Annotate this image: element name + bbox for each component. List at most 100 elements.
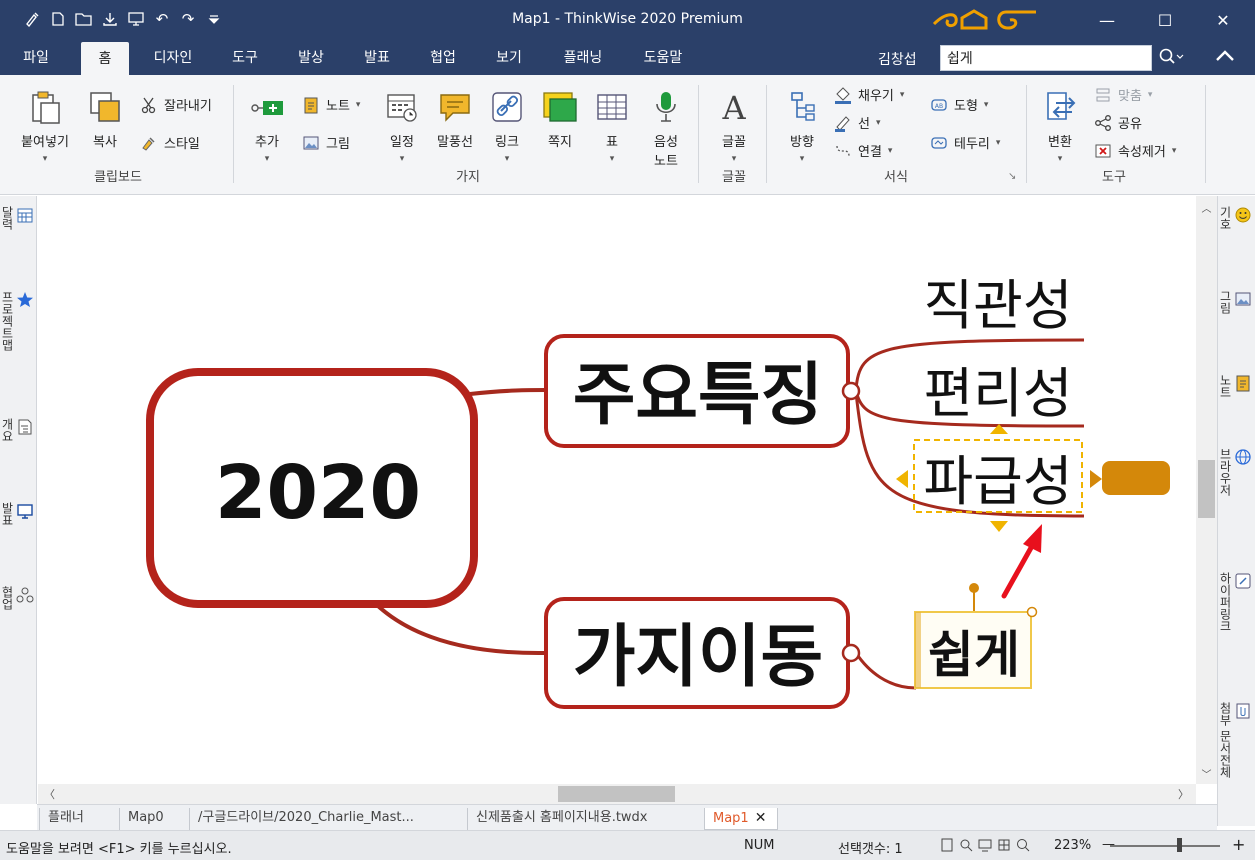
- image-button[interactable]: 그림: [302, 133, 350, 152]
- tab-help[interactable]: 도움말: [632, 40, 694, 75]
- schedule-button[interactable]: 일정 ▾: [380, 89, 424, 164]
- scroll-up-icon[interactable]: ︿: [1196, 200, 1217, 215]
- subtopic-1[interactable]: 직관성: [923, 274, 1072, 337]
- fill-button[interactable]: 채우기 ▾: [834, 85, 904, 104]
- direction-button[interactable]: 방향 ▾: [780, 89, 824, 164]
- note-button[interactable]: 노트 ▾: [302, 95, 360, 114]
- sidebar-item-calendar[interactable]: 달력: [0, 206, 34, 230]
- chevron-down-icon[interactable]: ▾: [780, 154, 824, 164]
- vertical-scroll-thumb[interactable]: [1198, 460, 1215, 518]
- chevron-down-icon[interactable]: ▾: [486, 154, 528, 164]
- zoom-slider-thumb[interactable]: [1177, 838, 1182, 852]
- customize-icon[interactable]: [204, 9, 224, 29]
- cut-button[interactable]: 잘라내기: [140, 95, 212, 114]
- sidebar-item-pictures[interactable]: 그림: [1218, 290, 1252, 314]
- search-view-icon[interactable]: [959, 838, 973, 852]
- chevron-down-icon[interactable]: ▾: [1038, 154, 1082, 164]
- connect-button[interactable]: 연결 ▾: [834, 141, 892, 160]
- sidebar-item-presentation[interactable]: 발표: [0, 502, 34, 526]
- zoom-100-icon[interactable]: [1016, 838, 1030, 852]
- present-icon[interactable]: [126, 9, 146, 29]
- chevron-down-icon[interactable]: ▾: [984, 100, 989, 110]
- chevron-down-icon[interactable]: ▾: [876, 118, 881, 128]
- chevron-down-icon[interactable]: ▾: [996, 138, 1001, 148]
- doc-tab-map0[interactable]: Map0: [119, 808, 195, 830]
- drag-handle[interactable]: [969, 583, 979, 593]
- horizontal-scroll-thumb[interactable]: [558, 786, 675, 802]
- horizontal-scrollbar[interactable]: 〈 〉: [38, 784, 1196, 804]
- search-input[interactable]: [940, 45, 1152, 71]
- doc-tab-google-drive[interactable]: /구글드라이브/2020_Charlie_Mast...: [189, 808, 465, 830]
- sidebar-item-outline[interactable]: 개요: [0, 418, 34, 442]
- font-button[interactable]: A 글꼴 ▾: [712, 89, 756, 164]
- doc-tab-homepage[interactable]: 신제품출시 홈페이지내용.twdx: [467, 808, 703, 830]
- search-icon[interactable]: [1158, 47, 1184, 69]
- main-topic-2[interactable]: 가지이동: [544, 597, 850, 709]
- chevron-down-icon[interactable]: ▾: [712, 154, 756, 164]
- chevron-down-icon[interactable]: ▾: [594, 154, 630, 164]
- zoom-slider-track[interactable]: [1110, 845, 1220, 847]
- move-handle-left[interactable]: [896, 470, 908, 488]
- tab-design[interactable]: 디자인: [140, 40, 206, 75]
- brush-icon[interactable]: [22, 9, 42, 29]
- tab-collab[interactable]: 협업: [420, 40, 466, 75]
- fit-button[interactable]: 맞춤 ▾: [1094, 85, 1152, 104]
- dragged-subtopic[interactable]: 쉽게: [914, 611, 1032, 689]
- chevron-down-icon[interactable]: ▾: [900, 90, 905, 100]
- add-branch-button[interactable]: 추가 ▾: [244, 89, 290, 164]
- convert-button[interactable]: 변환 ▾: [1038, 89, 1082, 164]
- chevron-down-icon[interactable]: ▾: [1172, 146, 1177, 156]
- doc-tab-planner[interactable]: 플래너: [39, 808, 117, 830]
- sidebar-item-hyperlink[interactable]: 하이퍼링크: [1218, 572, 1252, 632]
- resize-handle[interactable]: [1026, 606, 1038, 618]
- close-button[interactable]: ✕: [1208, 8, 1238, 32]
- central-topic[interactable]: 2020: [146, 368, 478, 608]
- line-button[interactable]: 선 ▾: [834, 113, 881, 132]
- shape-button[interactable]: AB 도형 ▾: [930, 95, 988, 114]
- new-icon[interactable]: [48, 9, 68, 29]
- collapse-ribbon-icon[interactable]: [1212, 46, 1238, 70]
- maximize-button[interactable]: ☐: [1150, 8, 1180, 32]
- copy-button[interactable]: 복사: [82, 89, 128, 150]
- border-button[interactable]: 테두리 ▾: [930, 133, 1000, 152]
- move-handle-down[interactable]: [990, 521, 1008, 532]
- tab-view[interactable]: 보기: [486, 40, 532, 75]
- remove-attributes-button[interactable]: 속성제거 ▾: [1094, 141, 1176, 160]
- open-icon[interactable]: [74, 9, 94, 29]
- sidebar-item-collab[interactable]: 협업: [0, 586, 34, 610]
- screen-view-icon[interactable]: [978, 838, 992, 852]
- user-name[interactable]: 김창섭: [878, 49, 917, 69]
- new-branch-placeholder[interactable]: [1102, 461, 1170, 495]
- zoom-in-button[interactable]: +: [1232, 835, 1245, 854]
- scroll-right-icon[interactable]: 〉: [1178, 786, 1189, 802]
- redo-icon[interactable]: ↷: [178, 9, 198, 29]
- tab-present[interactable]: 발표: [354, 40, 400, 75]
- tab-file[interactable]: 파일: [10, 40, 62, 75]
- tab-planning[interactable]: 플래닝: [552, 40, 614, 75]
- undo-icon[interactable]: ↶: [152, 9, 172, 29]
- share-button[interactable]: 공유: [1094, 113, 1142, 132]
- fit-view-icon[interactable]: [997, 838, 1011, 852]
- save-icon[interactable]: [100, 9, 120, 29]
- chevron-down-icon[interactable]: ▾: [14, 154, 76, 164]
- main-topic-1[interactable]: 주요특징: [544, 334, 850, 448]
- map-canvas[interactable]: 2020 주요특징 가지이동 직관성 편리성 파급성 쉽게: [38, 196, 1196, 784]
- tab-home[interactable]: 홈: [81, 42, 129, 75]
- collapse-toggle[interactable]: [841, 643, 861, 663]
- collapse-toggle[interactable]: [841, 381, 861, 401]
- doc-tab-map1[interactable]: Map1 ✕: [704, 808, 778, 830]
- link-button[interactable]: 링크 ▾: [486, 89, 528, 164]
- sidebar-item-notes[interactable]: 노트: [1218, 374, 1252, 398]
- chevron-down-icon[interactable]: ▾: [244, 154, 290, 164]
- chevron-down-icon[interactable]: ▾: [356, 100, 361, 110]
- scroll-left-icon[interactable]: 〈: [44, 786, 55, 802]
- style-button[interactable]: 스타일: [140, 133, 200, 152]
- chevron-down-icon[interactable]: ▾: [888, 146, 893, 156]
- sidebar-item-browser[interactable]: 브라우저: [1218, 448, 1252, 496]
- table-button[interactable]: 표 ▾: [594, 89, 630, 164]
- selected-subtopic[interactable]: 파급성: [913, 439, 1083, 513]
- subtopic-2[interactable]: 편리성: [923, 362, 1072, 425]
- voice-note-button[interactable]: 음성 노트: [644, 89, 688, 169]
- balloon-button[interactable]: 말풍선: [430, 89, 480, 150]
- mind-map[interactable]: 2020 주요특징 가지이동 직관성 편리성 파급성 쉽게: [38, 196, 1196, 784]
